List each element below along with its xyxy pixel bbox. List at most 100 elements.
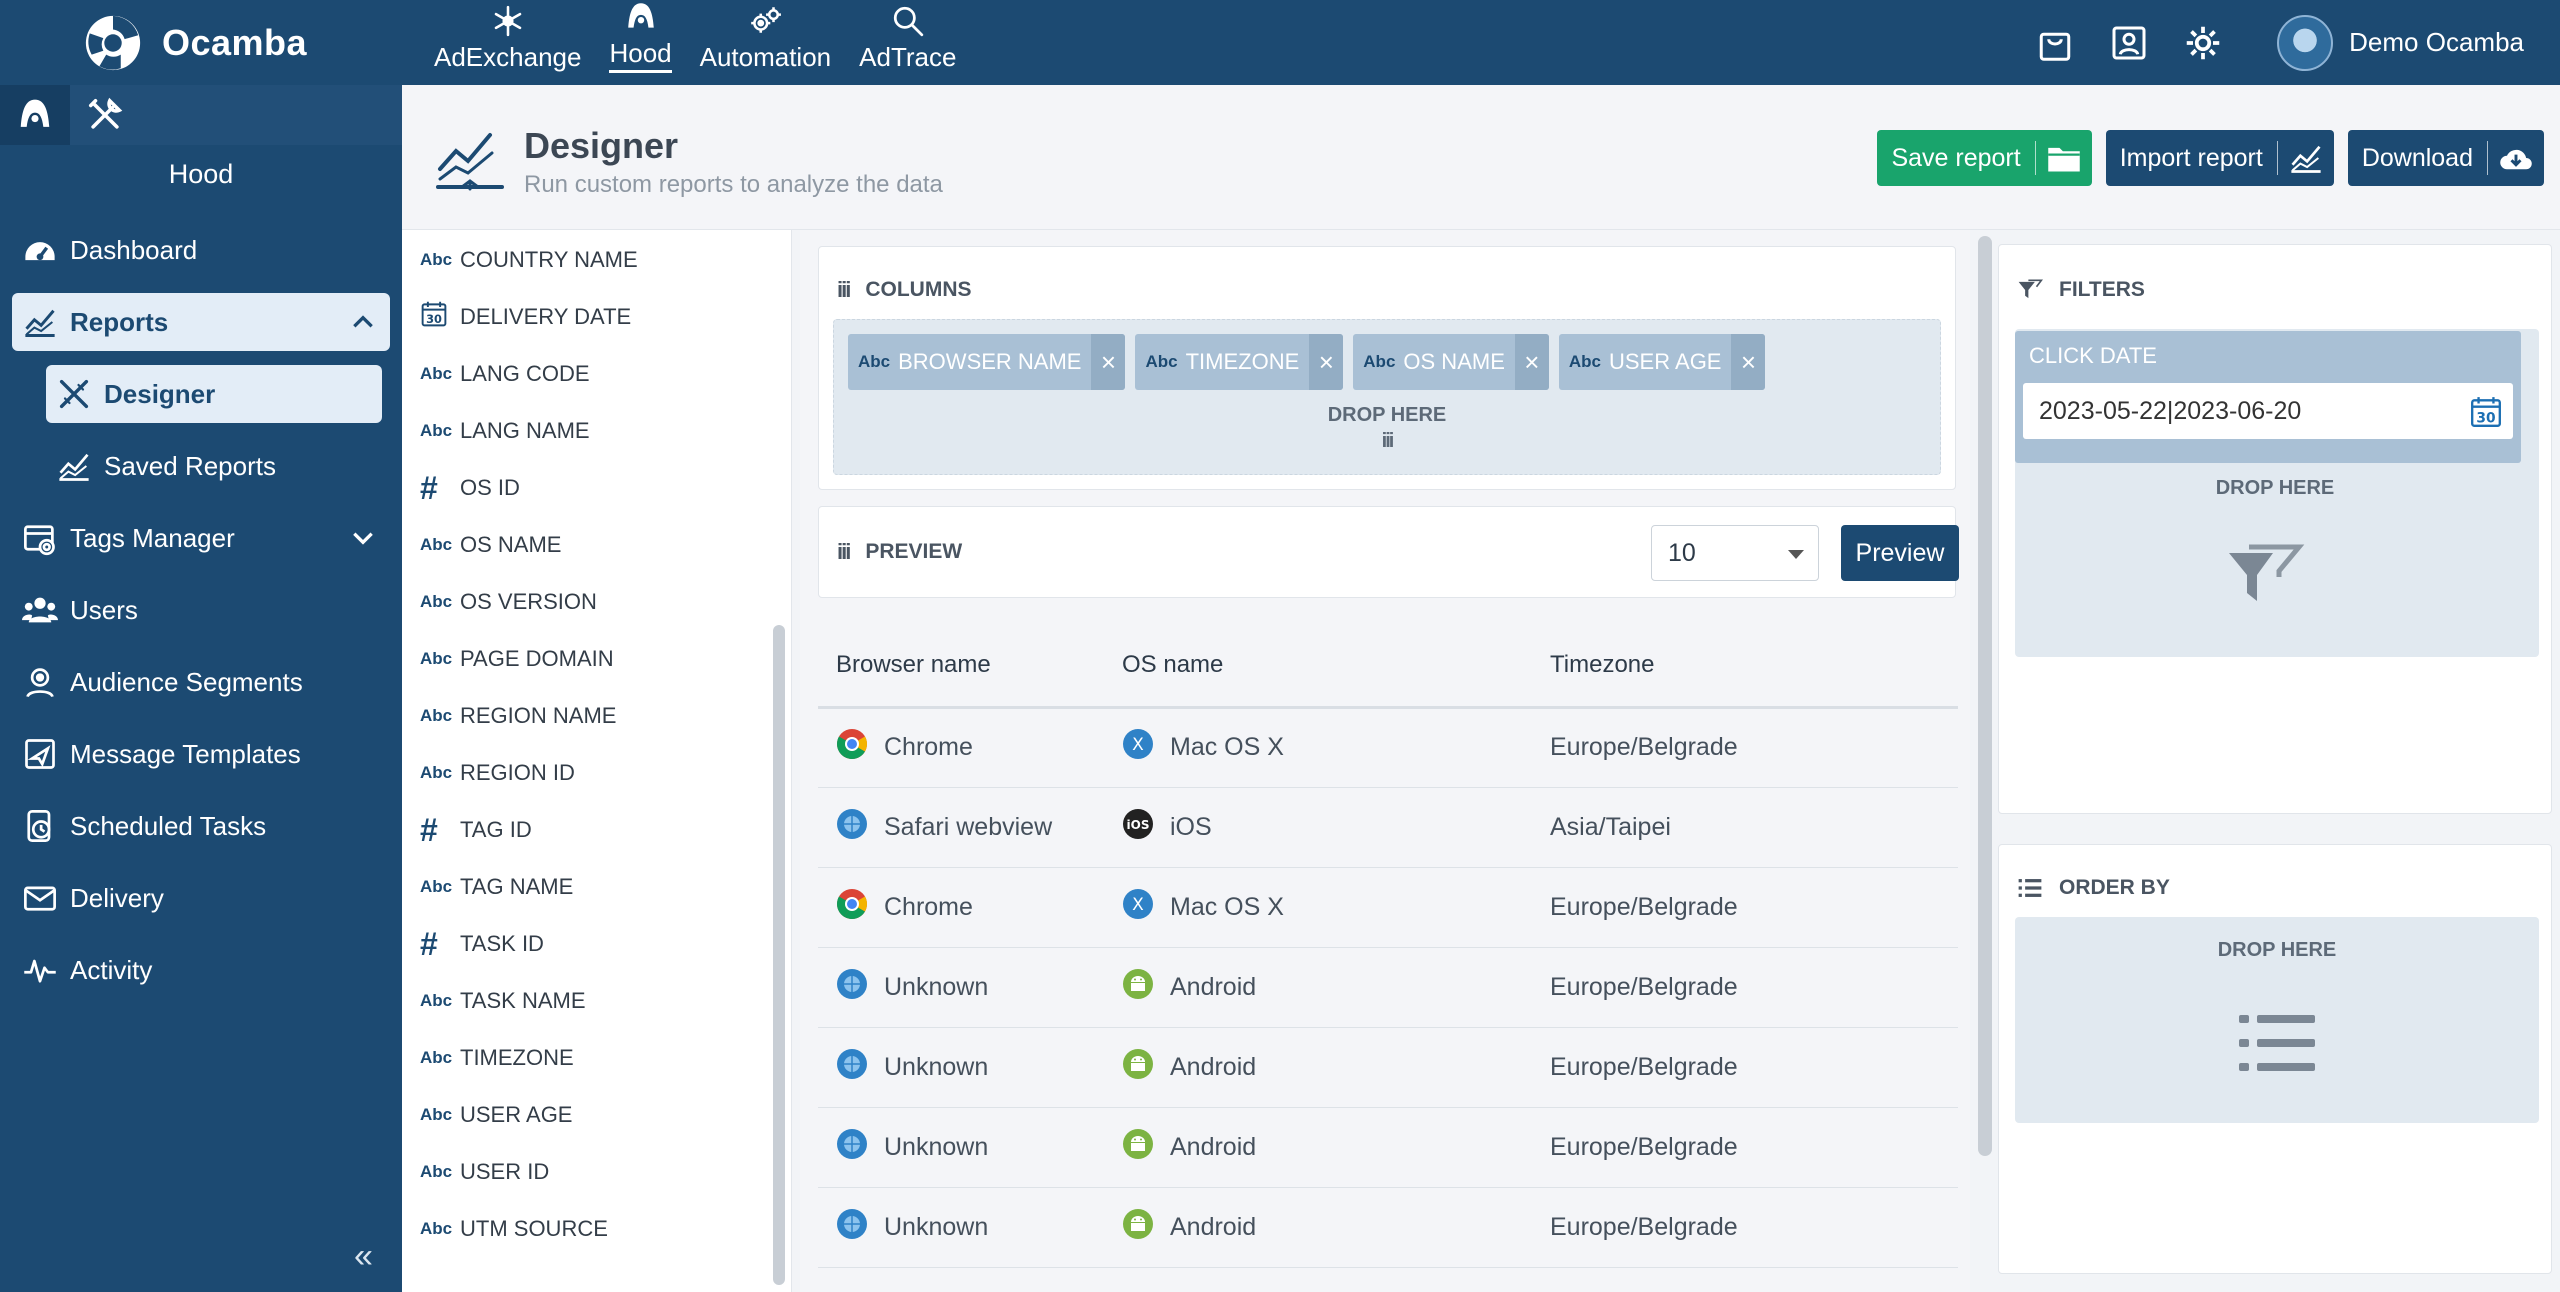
page-subtitle: Run custom reports to analyze the data <box>524 171 943 198</box>
remove-chip-icon[interactable]: × <box>1309 334 1344 390</box>
field-item[interactable]: Abc LANG NAME <box>402 402 791 459</box>
chart-icon <box>25 309 55 337</box>
text-type-icon: Abc <box>420 1218 453 1238</box>
remove-chip-icon[interactable]: × <box>1514 334 1549 390</box>
table-row[interactable]: Unknown Android Europe/Belgrade <box>818 1187 1958 1268</box>
sidebar-item-saved-reports[interactable]: Saved Reports <box>46 437 382 495</box>
table-row[interactable]: Chrome X Mac OS X Europe/Belgrade <box>818 707 1958 788</box>
field-item[interactable]: 30 DELIVERY DATE <box>402 288 791 345</box>
sidebar-item-designer[interactable]: Designer <box>46 365 382 423</box>
contacts-icon[interactable] <box>2109 23 2149 63</box>
sidebar-item-message-templates[interactable]: Message Templates <box>12 725 390 783</box>
sidebar-item-scheduled-tasks[interactable]: Scheduled Tasks <box>12 797 390 855</box>
topnav-adtrace[interactable]: AdTrace <box>845 0 970 85</box>
filter-click-date[interactable]: CLICK DATE 2023-05-22|2023-06-20 30 <box>2015 331 2521 463</box>
sidebar-item-reports[interactable]: Reports <box>12 293 390 351</box>
chip-label: BROWSER NAME <box>898 349 1082 374</box>
sidebar-item-dashboard[interactable]: Dashboard <box>12 221 390 279</box>
sidebar-tab-tools[interactable] <box>70 85 140 145</box>
header-actions: Save report Import report Download <box>1877 130 2544 186</box>
sidebar-tabs <box>0 85 402 145</box>
chevron-down-icon[interactable] <box>350 525 376 551</box>
table-row[interactable]: Chrome X Mac OS X Europe/Belgrade <box>818 867 1958 948</box>
cell-os: iOS iOS <box>1104 787 1532 868</box>
col-header-browser[interactable]: Browser name <box>818 625 1104 709</box>
field-item[interactable]: Abc OS NAME <box>402 516 791 573</box>
save-report-button[interactable]: Save report <box>1877 130 2092 186</box>
field-item[interactable]: Abc OS VERSION <box>402 573 791 630</box>
cell-os: X Mac OS X <box>1104 867 1532 948</box>
brand-logo[interactable]: Ocamba <box>82 12 307 74</box>
cell-browser: Unknown <box>818 1107 1104 1188</box>
field-item[interactable]: Abc TASK NAME <box>402 972 791 1029</box>
field-item[interactable]: Abc TIMEZONE <box>402 1029 791 1086</box>
cell-timezone: Europe/Belgrade <box>1532 867 1958 948</box>
hood-icon <box>627 3 654 28</box>
sidebar-item-audience-segments[interactable]: Audience Segments <box>12 653 390 711</box>
date-range-input[interactable]: 2023-05-22|2023-06-20 30 <box>2023 383 2513 439</box>
preview-button[interactable]: Preview <box>1841 525 1959 581</box>
caret-down-icon <box>1788 550 1804 559</box>
table-row[interactable]: Safari webview iOS iOS Asia/Taipei <box>818 787 1958 868</box>
column-chip[interactable]: Abc USER AGE × <box>1558 334 1766 390</box>
columns-title: iii COLUMNS <box>837 277 972 303</box>
field-name: OS VERSION <box>460 588 597 614</box>
drag-grip-icon[interactable]: iii <box>837 539 851 565</box>
field-item[interactable]: # TAG ID <box>402 801 791 858</box>
sidebar-item-users[interactable]: Users <box>12 581 390 639</box>
row-limit-select[interactable]: 10 <box>1651 525 1819 581</box>
col-header-os[interactable]: OS name <box>1104 625 1532 709</box>
table-row[interactable]: Unknown Android Europe/Belgrade <box>818 1107 1958 1188</box>
remove-chip-icon[interactable]: × <box>1731 334 1766 390</box>
preview-table: Browser name OS name Timezone Chrome X Mac… <box>818 625 1958 1268</box>
field-item[interactable]: Abc UTM SOURCE <box>402 1200 791 1257</box>
cell-os: Android <box>1104 947 1532 1028</box>
filters-title: FILTERS <box>2017 277 2145 303</box>
order-by-drop-zone[interactable]: DROP HERE <box>2015 917 2539 1123</box>
drag-grip-icon[interactable]: iii <box>837 277 851 303</box>
download-button[interactable]: Download <box>2347 130 2544 186</box>
field-item[interactable]: Abc REGION NAME <box>402 687 791 744</box>
topnav-hood[interactable]: Hood <box>595 0 685 85</box>
field-item[interactable]: Abc COUNTRY NAME <box>402 231 791 288</box>
chevron-up-icon[interactable] <box>350 309 376 335</box>
field-name: TASK NAME <box>460 987 586 1013</box>
import-report-button[interactable]: Import report <box>2105 130 2334 186</box>
sidebar-menu: Dashboard Reports Designer Saved Reports… <box>0 221 402 999</box>
shopping-bag-icon[interactable] <box>2035 23 2075 63</box>
collapse-sidebar-button[interactable]: « <box>354 1237 373 1276</box>
macos-icon: X <box>1122 888 1154 927</box>
table-row[interactable]: Unknown Android Europe/Belgrade <box>818 947 1958 1028</box>
user-name[interactable]: Demo Ocamba <box>2349 27 2524 58</box>
sidebar-item-tags-manager[interactable]: Tags Manager <box>12 509 390 567</box>
user-avatar[interactable] <box>2277 14 2334 71</box>
field-item[interactable]: Abc USER ID <box>402 1143 791 1200</box>
field-list-scrollbar[interactable] <box>773 625 785 1285</box>
calendar-icon[interactable]: 30 <box>2469 395 2503 429</box>
field-item[interactable]: # TASK ID <box>402 915 791 972</box>
center-scrollbar[interactable] <box>1978 236 1992 1156</box>
field-item[interactable]: Abc REGION ID <box>402 744 791 801</box>
field-item[interactable]: Abc LANG CODE <box>402 345 791 402</box>
table-row[interactable]: Unknown Android Europe/Belgrade <box>818 1027 1958 1108</box>
chip-label: USER AGE <box>1609 349 1722 374</box>
column-chip[interactable]: Abc TIMEZONE × <box>1135 334 1344 390</box>
sidebar-item-delivery[interactable]: Delivery <box>12 869 390 927</box>
column-chip[interactable]: Abc OS NAME × <box>1353 334 1549 390</box>
gear-icon[interactable] <box>2183 23 2223 63</box>
svg-text:30: 30 <box>426 312 442 326</box>
field-item[interactable]: Abc TAG NAME <box>402 858 791 915</box>
topnav-adexchange[interactable]: AdExchange <box>420 0 595 85</box>
col-header-timezone[interactable]: Timezone <box>1532 625 1958 709</box>
topnav-automation[interactable]: Automation <box>686 0 846 85</box>
sidebar-tab-hood[interactable] <box>0 85 70 145</box>
field-item[interactable]: Abc PAGE DOMAIN <box>402 630 791 687</box>
field-item[interactable]: # OS ID <box>402 459 791 516</box>
sidebar-item-activity[interactable]: Activity <box>12 941 390 999</box>
list-icon <box>2018 879 2042 897</box>
columns-drop-zone[interactable]: Abc BROWSER NAME × Abc TIMEZONE × Abc OS NAME × A… <box>833 319 1941 475</box>
remove-chip-icon[interactable]: × <box>1091 334 1126 390</box>
column-chip[interactable]: Abc BROWSER NAME × <box>848 334 1126 390</box>
android-icon <box>1122 968 1154 1007</box>
field-item[interactable]: Abc USER AGE <box>402 1086 791 1143</box>
